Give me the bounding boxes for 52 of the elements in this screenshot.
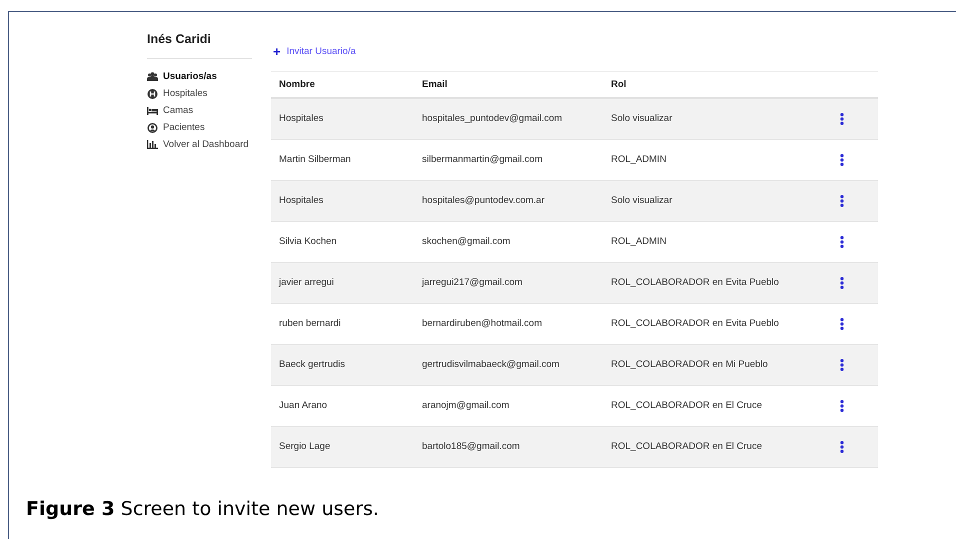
table-cell: ROL_COLABORADOR en Mi Pueblo (603, 344, 832, 385)
table-cell: gertrudisvilmabaeck@gmail.com (414, 344, 603, 385)
more-options-icon[interactable] (840, 112, 844, 124)
sidebar-item[interactable]: Volver al Dashboard (147, 136, 252, 153)
table-cell: Solo visualizar (603, 180, 832, 221)
sidebar-item[interactable]: Usuarios/as (147, 68, 252, 85)
table-cell: silbermanmartin@gmail.com (414, 139, 603, 180)
column-header: Rol (603, 71, 832, 98)
more-options-icon[interactable] (840, 236, 844, 248)
table-cell: ROL_COLABORADOR en Evita Pueblo (603, 262, 832, 303)
more-options-icon[interactable] (840, 400, 844, 412)
users-icon (147, 72, 158, 81)
more-options-icon[interactable] (840, 358, 844, 370)
table-cell: skochen@gmail.com (414, 221, 603, 262)
column-header: Nombre (271, 71, 414, 98)
table-cell: ROL_ADMIN (603, 221, 832, 262)
sidebar-item[interactable]: Camas (147, 102, 252, 119)
table-cell: ruben bernardi (271, 303, 414, 344)
table-cell: Juan Arano (271, 385, 414, 426)
table-cell: ROL_COLABORADOR en El Cruce (603, 426, 832, 467)
table-cell: aranojm@gmail.com (414, 385, 603, 426)
sidebar-item[interactable]: Pacientes (147, 119, 252, 136)
table-cell: Sergio Lage (271, 426, 414, 467)
more-options-icon[interactable] (840, 276, 844, 288)
table-cell: hospitales_puntodev@gmail.com (414, 98, 603, 139)
column-header: Email (414, 71, 603, 98)
bed-icon (147, 106, 158, 114)
table-cell: Hospitales (271, 98, 414, 139)
bar-chart-icon (147, 140, 158, 149)
table-cell: Silvia Kochen (271, 221, 414, 262)
invite-user-link[interactable]: + Invitar Usuario/a (273, 42, 356, 60)
table-cell: Solo visualizar (603, 98, 832, 139)
table-cell: Baeck gertrudis (271, 344, 414, 385)
table-cell: ROL_COLABORADOR en El Cruce (603, 385, 832, 426)
table-cell: Martin Silberman (271, 139, 414, 180)
table-cell: javier arregui (271, 262, 414, 303)
table-cell: hospitales@puntodev.com.ar (414, 180, 603, 221)
more-options-icon[interactable] (840, 154, 844, 166)
more-options-icon[interactable] (840, 194, 844, 206)
table-cell: ROL_ADMIN (603, 139, 832, 180)
hospital-icon (147, 88, 158, 98)
table-cell: jarregui217@gmail.com (414, 262, 603, 303)
table-cell: bernardiruben@hotmail.com (414, 303, 603, 344)
figure-caption: Figure 3 Screen to invite new users. (26, 498, 380, 520)
sidebar-item[interactable]: Hospitales (147, 85, 252, 102)
person-icon (147, 122, 158, 132)
user-name: Inés Caridi (147, 32, 212, 48)
table-cell: ROL_COLABORADOR en Evita Pueblo (603, 303, 832, 344)
table-cell: bartolo185@gmail.com (414, 426, 603, 467)
more-options-icon[interactable] (840, 318, 844, 330)
table-cell: Hospitales (271, 180, 414, 221)
more-options-icon[interactable] (840, 440, 844, 452)
